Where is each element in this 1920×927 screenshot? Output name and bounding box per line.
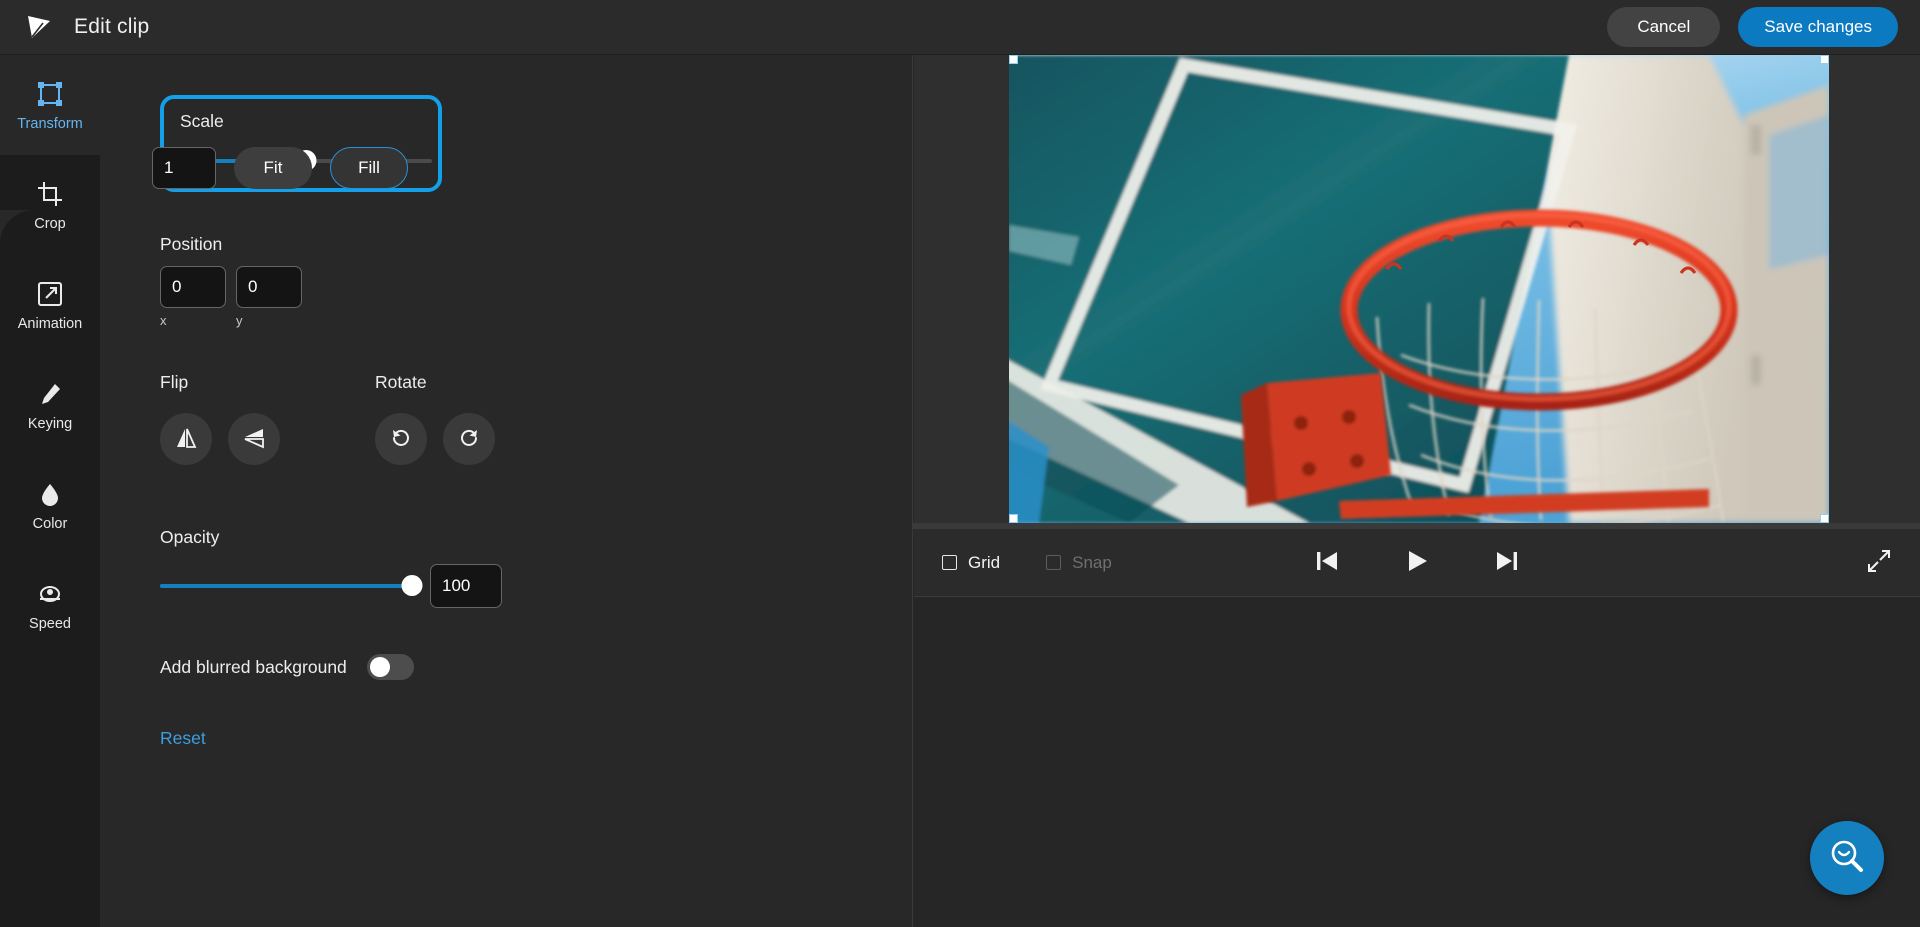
opacity-label: Opacity	[160, 527, 220, 547]
transform-icon	[35, 79, 65, 109]
speedometer-icon	[35, 579, 65, 609]
expand-fullscreen-icon	[1866, 550, 1892, 577]
selection-handle-top-left[interactable]	[1009, 55, 1018, 64]
play-icon	[1404, 548, 1430, 577]
timeline-area	[912, 598, 1920, 927]
position-x-axis-label: x	[160, 313, 167, 328]
animation-icon	[35, 279, 65, 309]
flip-vertical-icon	[242, 426, 266, 453]
sidebar-item-label: Transform	[17, 115, 83, 132]
rotate-group: Rotate	[375, 372, 495, 465]
selection-handle-bottom-right[interactable]	[1820, 514, 1829, 523]
sidebar-item-animation[interactable]: Animation	[0, 255, 100, 355]
top-bar: Edit clip Cancel Save changes	[0, 0, 1920, 55]
position-x-input[interactable]	[160, 266, 226, 308]
preview-canvas[interactable]	[914, 55, 1920, 523]
sidebar-item-label: Crop	[34, 215, 66, 232]
eyedropper-icon	[35, 379, 65, 409]
sidebar-item-speed[interactable]: Speed	[0, 555, 100, 655]
rotate-ccw-button[interactable]	[375, 413, 427, 465]
selection-handle-bottom-left[interactable]	[1009, 514, 1018, 523]
skip-forward-icon	[1494, 549, 1520, 576]
preview-pane: Grid Snap	[912, 55, 1920, 598]
position-label: Position	[160, 234, 223, 254]
opacity-slider[interactable]	[160, 575, 423, 597]
sidebar-item-label: Color	[32, 515, 68, 532]
toggle-knob	[369, 657, 390, 677]
opacity-group: Opacity	[160, 527, 912, 608]
sidebar-item-keying[interactable]: Keying	[0, 355, 100, 455]
page-title: Edit clip	[74, 15, 150, 38]
sidebar-item-label: Animation	[17, 315, 83, 332]
scale-controls: Fit Fill	[152, 147, 408, 189]
droplet-icon	[35, 479, 65, 509]
opacity-input[interactable]	[430, 564, 502, 608]
skip-back-button[interactable]	[1310, 548, 1344, 578]
rotate-counterclockwise-icon	[389, 426, 413, 453]
selection-handle-top-right[interactable]	[1820, 55, 1829, 64]
opacity-slider-thumb[interactable]	[401, 575, 423, 596]
transport-controls	[1310, 548, 1524, 578]
grid-label: Grid	[968, 552, 1001, 572]
snap-checkbox: Snap	[1046, 553, 1112, 573]
fit-button[interactable]: Fit	[234, 147, 312, 189]
help-search-button[interactable]	[1810, 821, 1884, 895]
edit-clip-app: Edit clip Cancel Save changes Transform	[0, 0, 1920, 927]
top-bar-actions: Cancel Save changes	[1607, 7, 1898, 47]
rotate-cw-button[interactable]	[443, 413, 495, 465]
crop-icon	[35, 179, 65, 209]
flip-horizontal-button[interactable]	[160, 413, 212, 465]
flip-rotate-group: Flip Rotate	[160, 372, 912, 465]
sidebar-item-label: Keying	[27, 415, 73, 432]
sidebar-item-label: Speed	[29, 615, 71, 632]
flip-vertical-button[interactable]	[228, 413, 280, 465]
grid-checkbox-box	[942, 555, 957, 570]
fullscreen-button[interactable]	[1864, 548, 1894, 578]
play-button[interactable]	[1400, 548, 1434, 578]
scale-label: Scale	[180, 111, 224, 131]
video-clip[interactable]	[1009, 55, 1829, 523]
blurred-background-toggle[interactable]	[366, 654, 414, 680]
reset-link[interactable]: Reset	[160, 728, 206, 749]
search-smile-icon	[1827, 837, 1867, 880]
player-controls-bar: Grid Snap	[914, 529, 1920, 597]
flip-label: Flip	[160, 372, 189, 392]
flip-horizontal-icon	[174, 426, 198, 453]
position-y-input[interactable]	[236, 266, 302, 308]
sidebar-item-color[interactable]: Color	[0, 455, 100, 555]
rotate-clockwise-icon	[457, 426, 481, 453]
tool-sidebar: Transform Crop Animation Keying Color Sp…	[0, 55, 100, 927]
snap-checkbox-box	[1046, 555, 1062, 570]
position-group: Position x y	[160, 234, 912, 328]
scale-input[interactable]	[152, 147, 216, 189]
cancel-button[interactable]: Cancel	[1607, 7, 1721, 47]
fill-button[interactable]: Fill	[330, 147, 408, 189]
skip-forward-button[interactable]	[1490, 548, 1524, 578]
transform-settings-panel: Scale Fit Fill Position x	[100, 55, 912, 927]
save-changes-button[interactable]: Save changes	[1738, 7, 1898, 47]
position-y-axis-label: y	[236, 313, 243, 328]
sidebar-item-transform[interactable]: Transform	[0, 55, 100, 155]
sidebar-item-crop[interactable]: Crop	[0, 155, 100, 255]
app-logo-triangle-icon[interactable]	[22, 10, 56, 44]
blurred-background-label: Add blurred background	[160, 656, 347, 677]
grid-checkbox[interactable]: Grid	[942, 553, 1000, 573]
snap-label: Snap	[1072, 552, 1112, 572]
skip-back-icon	[1314, 549, 1340, 576]
rotate-label: Rotate	[375, 372, 427, 392]
flip-group: Flip	[160, 372, 375, 465]
blurred-background-row: Add blurred background	[160, 654, 912, 680]
